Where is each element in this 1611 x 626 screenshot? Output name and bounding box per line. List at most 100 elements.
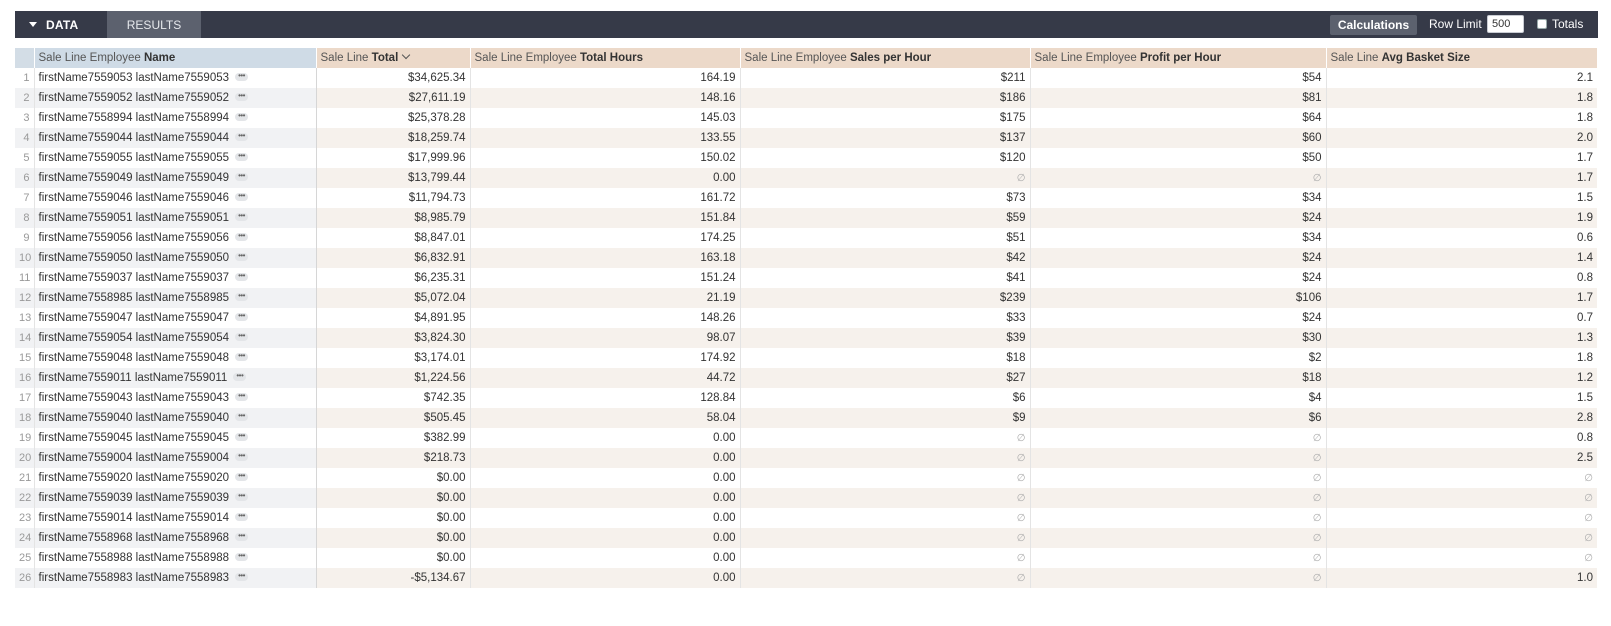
- cell-employee-name[interactable]: firstName7559043 lastName7559043 •••: [34, 388, 317, 408]
- cell-employee-name[interactable]: firstName7559011 lastName7559011 •••: [34, 368, 317, 388]
- column-header-total-hours[interactable]: Sale Line Employee Total Hours: [470, 48, 741, 68]
- cell-pph: ∅: [1030, 448, 1327, 468]
- cell-hours: 163.18: [470, 248, 741, 268]
- cell-basket: 0.8: [1326, 268, 1597, 288]
- cell-sph: ∅: [740, 448, 1031, 468]
- employee-name-text: firstName7559047 lastName7559047: [38, 312, 230, 324]
- cell-employee-name[interactable]: firstName7559048 lastName7559048 •••: [34, 348, 317, 368]
- more-options-icon[interactable]: •••: [235, 391, 249, 401]
- column-header-total[interactable]: Sale Line Total: [316, 48, 471, 68]
- more-options-icon[interactable]: •••: [235, 431, 249, 441]
- null-icon: ∅: [1584, 553, 1593, 564]
- cell-employee-name[interactable]: firstName7559014 lastName7559014 •••: [34, 508, 317, 528]
- cell-employee-name[interactable]: firstName7558985 lastName7558985 •••: [34, 288, 317, 308]
- row-number: 1: [15, 68, 35, 88]
- column-header-name[interactable]: Sale Line Employee Name: [34, 48, 317, 68]
- cell-basket: 1.8: [1326, 108, 1597, 128]
- cell-employee-name[interactable]: firstName7559049 lastName7559049 •••: [34, 168, 317, 188]
- cell-pph: $34: [1030, 228, 1327, 248]
- cell-total: $13,799.44: [316, 168, 471, 188]
- cell-employee-name[interactable]: firstName7559020 lastName7559020 •••: [34, 468, 317, 488]
- more-options-icon[interactable]: •••: [235, 551, 249, 561]
- cell-employee-name[interactable]: firstName7559055 lastName7559055 •••: [34, 148, 317, 168]
- row-number: 12: [15, 288, 35, 308]
- table-row: 25 firstName7558988 lastName7558988 ••• $0.…: [15, 548, 1597, 568]
- cell-employee-name[interactable]: firstName7558968 lastName7558968 •••: [34, 528, 317, 548]
- cell-employee-name[interactable]: firstName7559050 lastName7559050 •••: [34, 248, 317, 268]
- column-header-avg-basket-size[interactable]: Sale Line Avg Basket Size: [1326, 48, 1598, 68]
- cell-employee-name[interactable]: firstName7559047 lastName7559047 •••: [34, 308, 317, 328]
- more-options-icon[interactable]: •••: [235, 411, 249, 421]
- calculations-button[interactable]: Calculations: [1330, 15, 1417, 35]
- cell-employee-name[interactable]: firstName7558988 lastName7558988 •••: [34, 548, 317, 568]
- cell-sph: $27: [740, 368, 1031, 388]
- cell-basket: ∅: [1326, 488, 1597, 508]
- more-options-icon[interactable]: •••: [235, 231, 249, 241]
- cell-employee-name[interactable]: firstName7559052 lastName7559052 •••: [34, 88, 317, 108]
- more-options-icon[interactable]: •••: [235, 191, 249, 201]
- row-number: 26: [15, 568, 35, 588]
- cell-employee-name[interactable]: firstName7559045 lastName7559045 •••: [34, 428, 317, 448]
- cell-employee-name[interactable]: firstName7559037 lastName7559037 •••: [34, 268, 317, 288]
- more-options-icon[interactable]: •••: [235, 351, 249, 361]
- row-limit-input[interactable]: [1487, 15, 1524, 33]
- sort-descending-icon[interactable]: [402, 50, 411, 60]
- more-options-icon[interactable]: •••: [235, 271, 249, 281]
- cell-employee-name[interactable]: firstName7559004 lastName7559004 •••: [34, 448, 317, 468]
- cell-employee-name[interactable]: firstName7558983 lastName7558983 •••: [34, 568, 317, 588]
- more-options-icon[interactable]: •••: [235, 511, 249, 521]
- more-options-icon[interactable]: •••: [235, 571, 249, 581]
- more-options-icon[interactable]: •••: [235, 91, 249, 101]
- totals-label: Totals: [1552, 17, 1584, 31]
- employee-name-text: firstName7559055 lastName7559055: [38, 152, 230, 164]
- cell-employee-name[interactable]: firstName7559040 lastName7559040 •••: [34, 408, 317, 428]
- more-options-icon[interactable]: •••: [235, 311, 249, 321]
- tab-results[interactable]: RESULTS: [107, 11, 201, 38]
- more-options-icon[interactable]: •••: [235, 471, 249, 481]
- cell-pph: ∅: [1030, 528, 1327, 548]
- row-number: 8: [15, 208, 35, 228]
- column-header-sales-per-hour[interactable]: Sale Line Employee Sales per Hour: [740, 48, 1031, 68]
- column-header-profit-per-hour[interactable]: Sale Line Employee Profit per Hour: [1030, 48, 1327, 68]
- more-options-icon[interactable]: •••: [235, 291, 249, 301]
- more-options-icon[interactable]: •••: [235, 171, 249, 181]
- cell-pph: $30: [1030, 328, 1327, 348]
- cell-employee-name[interactable]: firstName7559044 lastName7559044 •••: [34, 128, 317, 148]
- employee-name-text: firstName7559011 lastName7559011: [38, 372, 228, 384]
- cell-employee-name[interactable]: firstName7559056 lastName7559056 •••: [34, 228, 317, 248]
- more-options-icon[interactable]: •••: [233, 371, 247, 381]
- more-options-icon[interactable]: •••: [235, 531, 249, 541]
- row-number: 14: [15, 328, 35, 348]
- table-row: 3 firstName7558994 lastName7558994 ••• $25,…: [15, 108, 1597, 128]
- cell-pph: $2: [1030, 348, 1327, 368]
- cell-employee-name[interactable]: firstName7559051 lastName7559051 •••: [34, 208, 317, 228]
- cell-employee-name[interactable]: firstName7559053 lastName7559053 •••: [34, 68, 317, 88]
- cell-employee-name[interactable]: firstName7559054 lastName7559054 •••: [34, 328, 317, 348]
- more-options-icon[interactable]: •••: [235, 491, 249, 501]
- cell-pph: ∅: [1030, 428, 1327, 448]
- table-row: 20 firstName7559004 lastName7559004 ••• $21…: [15, 448, 1597, 468]
- row-number: 22: [15, 488, 35, 508]
- more-options-icon[interactable]: •••: [235, 331, 249, 341]
- employee-name-text: firstName7559054 lastName7559054: [38, 332, 230, 344]
- cell-employee-name[interactable]: firstName7559039 lastName7559039 •••: [34, 488, 317, 508]
- cell-hours: 148.16: [470, 88, 741, 108]
- more-options-icon[interactable]: •••: [235, 71, 249, 81]
- more-options-icon[interactable]: •••: [235, 451, 249, 461]
- more-options-icon[interactable]: •••: [235, 251, 249, 261]
- table-row: 6 firstName7559049 lastName7559049 ••• $13,…: [15, 168, 1597, 188]
- cell-total: $0.00: [316, 508, 471, 528]
- cell-employee-name[interactable]: firstName7558994 lastName7558994 •••: [34, 108, 317, 128]
- cell-hours: 161.72: [470, 188, 741, 208]
- more-options-icon[interactable]: •••: [235, 131, 249, 141]
- cell-employee-name[interactable]: firstName7559046 lastName7559046 •••: [34, 188, 317, 208]
- null-icon: ∅: [1312, 433, 1322, 444]
- more-options-icon[interactable]: •••: [235, 211, 249, 221]
- table-row: 19 firstName7559045 lastName7559045 ••• $38…: [15, 428, 1597, 448]
- row-number-header: [15, 48, 35, 68]
- more-options-icon[interactable]: •••: [235, 151, 249, 161]
- totals-checkbox[interactable]: [1537, 19, 1547, 29]
- more-options-icon[interactable]: •••: [235, 111, 249, 121]
- tab-data[interactable]: DATA: [29, 11, 78, 38]
- table-row: 12 firstName7558985 lastName7558985 ••• $5,…: [15, 288, 1597, 308]
